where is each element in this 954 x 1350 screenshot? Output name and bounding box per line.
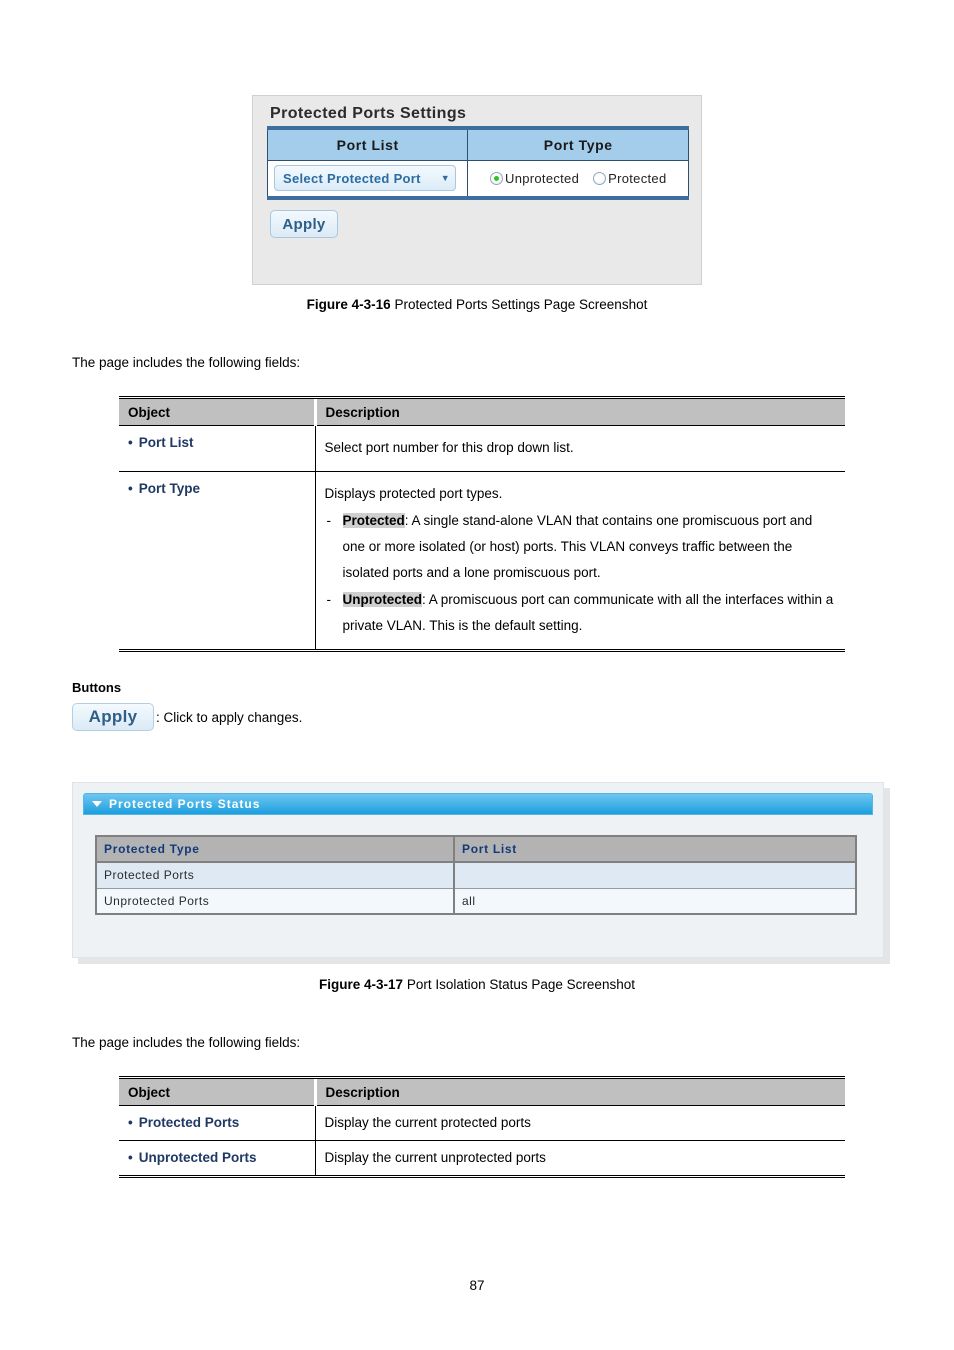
radio-protected[interactable]: Protected — [593, 171, 666, 186]
table-row: Protected Ports — [96, 862, 856, 889]
field-object-label: Unprotected Ports — [138, 1150, 257, 1165]
fields-table-2: Object Description • Protected Ports Disp… — [119, 1076, 845, 1178]
fields-table-1: Object Description • Port List Select por… — [119, 396, 845, 653]
select-protected-port-label: Select Protected Port — [283, 170, 421, 186]
port-type-radio-group: Unprotected Protected — [474, 171, 682, 186]
column-header-port-list: Port List — [267, 128, 469, 161]
port-list-cell: Select Protected Port ▼ — [267, 160, 469, 198]
figure-2-caption-text: Port Isolation Status Page Screenshot — [406, 977, 635, 992]
table-row: • Unprotected Ports Display the current u… — [119, 1140, 845, 1177]
device-ui-panel: Protected Ports Settings Port List Port … — [252, 95, 702, 285]
protected-type-cell: Unprotected Ports — [96, 888, 455, 914]
protected-type-cell: Protected Ports — [96, 862, 455, 889]
port-type-sub-list: - Protected: A single stand-alone VLAN th… — [325, 508, 837, 640]
column-header-description: Description — [315, 397, 845, 426]
field-description-cell: Display the current unprotected ports — [324, 1150, 546, 1165]
table-row: • Port Type Displays protected port types… — [119, 471, 845, 651]
column-header-description: Description — [315, 1077, 845, 1106]
panel-title: Protected Ports Settings — [270, 105, 467, 122]
term-protected-text: : A single stand-alone VLAN that contain… — [342, 512, 813, 581]
bullet-icon: • — [128, 1150, 133, 1165]
figure-1-caption-text: Protected Ports Settings Page Screenshot — [394, 297, 648, 312]
figure-1-caption-number: Figure 4-3-16 — [306, 297, 391, 312]
intro-paragraph-1: The page includes the following fields: — [72, 355, 301, 370]
field-object-cell: • Port Type — [119, 471, 316, 651]
table-header-row: Protected Type Port List — [96, 836, 856, 863]
radio-selected-icon — [490, 171, 503, 185]
chevron-down-icon: ▼ — [440, 172, 450, 183]
intro-paragraph-2: The page includes the following fields: — [72, 1035, 301, 1050]
term-protected: Protected — [342, 512, 405, 528]
field-description-text: Select port number for this drop down li… — [324, 440, 574, 455]
field-object-label: Port List — [138, 435, 194, 450]
field-object-cell: • Protected Ports — [119, 1105, 316, 1141]
bullet-icon: • — [128, 481, 133, 497]
list-item: - Protected: A single stand-alone VLAN th… — [325, 508, 837, 587]
figure-2-caption: Figure 4-3-17 Port Isolation Status Page… — [0, 977, 954, 992]
field-description-cell: Displays protected port types. - Protecte… — [315, 472, 845, 651]
bullet-icon: • — [128, 1115, 133, 1130]
figure-protected-ports-status: Protected Ports Status Protected Type Po… — [72, 782, 884, 958]
radio-protected-label: Protected — [608, 170, 667, 186]
port-type-cell: Unprotected Protected — [467, 160, 689, 198]
dash-icon: - — [326, 591, 332, 607]
page-number: 87 — [469, 1278, 485, 1293]
field-object-label: Port Type — [138, 481, 200, 497]
table-row: Unprotected Ports all — [96, 888, 856, 914]
table-header-row: Port List Port Type — [267, 128, 689, 161]
radio-unselected-icon — [593, 171, 607, 185]
apply-button[interactable]: Apply — [270, 210, 338, 238]
column-header-object: Object — [119, 1077, 317, 1106]
apply-button-illustration[interactable]: Apply — [72, 703, 154, 731]
port-list-cell — [454, 862, 856, 889]
figure-protected-ports-settings: Protected Ports Settings Port List Port … — [252, 95, 702, 285]
status-panel-title: Protected Ports Status — [109, 797, 261, 811]
port-list-cell: all — [454, 888, 856, 914]
status-panel-header[interactable]: Protected Ports Status — [83, 793, 873, 815]
buttons-section-label: Buttons — [72, 680, 122, 695]
figure-2-caption-number: Figure 4-3-17 — [319, 977, 404, 992]
column-header-port-type: Port Type — [467, 128, 689, 161]
apply-button-description: : Click to apply changes. — [156, 709, 303, 725]
protected-ports-status-table: Protected Type Port List Protected Ports… — [95, 835, 857, 915]
table-row: • Port List Select port number for this d… — [119, 425, 845, 473]
column-header-protected-type: Protected Type — [96, 836, 455, 863]
select-protected-port-dropdown[interactable]: Select Protected Port ▼ — [274, 165, 456, 192]
dash-icon: - — [326, 512, 332, 528]
column-header-port-list: Port List — [454, 836, 856, 863]
table-header-row: Object Description — [119, 397, 845, 426]
bullet-icon: • — [128, 435, 133, 450]
field-description-cell: Select port number for this drop down li… — [315, 425, 845, 473]
radio-unprotected[interactable]: Unprotected — [490, 171, 579, 186]
table-row: • Protected Ports Display the current pro… — [119, 1105, 845, 1141]
table-row: Select Protected Port ▼ Unprotected Prot… — [267, 160, 689, 198]
apply-button-zone: Apply — [267, 200, 687, 238]
term-unprotected: Unprotected — [342, 591, 423, 607]
list-item: - Unprotected: A promiscuous port can com… — [325, 587, 837, 640]
field-description-text: Displays protected port types. — [324, 486, 503, 502]
table-header-row: Object Description — [119, 1077, 845, 1106]
buttons-section-row: Apply : Click to apply changes. — [72, 703, 302, 731]
radio-unprotected-label: Unprotected — [505, 170, 580, 186]
field-object-label: Protected Ports — [138, 1115, 240, 1130]
triangle-down-icon[interactable] — [92, 801, 102, 807]
field-description-cell: Display the current protected ports — [315, 1105, 845, 1141]
protected-ports-settings-table: Port List Port Type Select Protected Por… — [267, 126, 689, 200]
figure-1-caption: Figure 4-3-16 Protected Ports Settings P… — [0, 297, 954, 312]
field-object-cell: • Port List — [119, 425, 316, 473]
column-header-object: Object — [119, 397, 317, 426]
field-object-cell: • Unprotected Ports — [119, 1140, 316, 1177]
